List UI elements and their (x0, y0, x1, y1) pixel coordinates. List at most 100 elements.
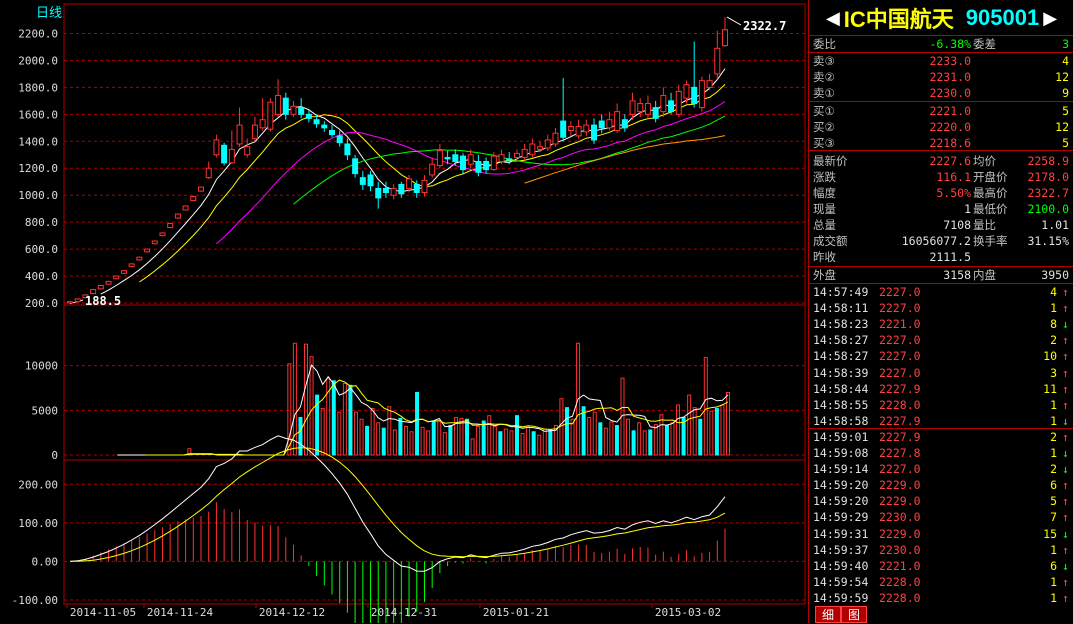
prev-instrument-icon[interactable]: ◀ (826, 8, 840, 29)
candle-body (483, 161, 490, 171)
price-tick-label: 800.0 (25, 216, 58, 229)
tick-row[interactable]: 14:59:08 2227.8 1 ↓ (809, 445, 1073, 461)
tick-row[interactable]: 14:58:23 2221.0 8 ↓ (809, 316, 1073, 332)
instrument-name: IC中国航天 (843, 7, 954, 32)
candle-body (113, 275, 120, 280)
tab-chart[interactable]: 图 (841, 606, 867, 623)
tick-row[interactable]: 14:58:55 2228.0 1 ↑ (809, 397, 1073, 413)
volume-bar (642, 430, 647, 456)
x-tick-label: 2015-01-21 (483, 606, 549, 619)
volume-bar (520, 433, 525, 456)
x-axis-labels: 2014-11-05 2014-11-24 2014-12-12 2014-12-31… (66, 604, 721, 619)
volume-bar (370, 408, 375, 456)
volume-bars (117, 342, 730, 456)
tick-row[interactable]: 14:59:20 2229.0 5 ↑ (809, 493, 1073, 509)
volume-bar (365, 425, 370, 456)
candle-body (251, 124, 258, 140)
tick-row[interactable]: 14:58:39 2227.0 3 ↑ (809, 365, 1073, 381)
candle-body (621, 119, 628, 129)
up-arrow-icon: ↑ (1062, 574, 1069, 589)
volume-bar (720, 404, 725, 456)
candle-body (221, 144, 228, 164)
up-arrow-icon: ↑ (1062, 365, 1069, 380)
sell-level-3[interactable]: 卖③ 2233.0 4 (809, 53, 1073, 69)
volume-bar (564, 407, 569, 456)
candle-body (205, 167, 212, 179)
chart-area[interactable]: 2200.0 2000.0 1800.0 1600.0 1400.0 1200.0 1000… (0, 0, 808, 623)
candle-body (398, 183, 405, 195)
volume-tick-label: 10000 (25, 360, 58, 373)
high-annotation: 2322.7 (743, 19, 786, 33)
volume-bar (670, 422, 675, 456)
volume-bar (653, 424, 658, 456)
candle-body (567, 125, 574, 132)
up-arrow-icon: ↑ (1062, 285, 1069, 299)
tick-row[interactable]: 14:58:44 2227.9 11 ↑ (809, 381, 1073, 397)
candle-body (413, 183, 420, 193)
candle-body (552, 132, 559, 145)
instrument-code: 905001 (965, 5, 1040, 30)
candle-body (144, 248, 151, 253)
candle-body (182, 205, 189, 211)
candle-body (120, 270, 127, 274)
up-arrow-icon: ↑ (1062, 494, 1069, 509)
candle-body (544, 139, 551, 149)
volume-bar (442, 432, 447, 456)
volume-bar (537, 434, 542, 456)
buy-level-2[interactable]: 买② 2220.0 12 (809, 119, 1073, 135)
macd-tick-label: 100.00 (18, 517, 58, 530)
candle-body (506, 158, 513, 161)
volume-bar (431, 420, 436, 456)
up-arrow-icon: ↑ (1062, 349, 1069, 364)
volume-bar (687, 394, 692, 456)
candle-body (406, 178, 413, 189)
sell-level-1[interactable]: 卖① 2230.0 9 (809, 85, 1073, 101)
price-tick-label: 1400.0 (18, 135, 58, 148)
stat-row: 昨收 2111.5 (813, 250, 971, 264)
tick-row[interactable]: 14:59:59 2228.0 1 ↑ (809, 590, 1073, 606)
tick-row[interactable]: 14:59:14 2227.0 2 ↓ (809, 461, 1073, 477)
volume-bar (531, 431, 536, 456)
candle-body (275, 94, 282, 115)
tick-row[interactable]: 14:59:20 2229.0 6 ↑ (809, 477, 1073, 493)
price-tick-label: 600.0 (25, 243, 58, 256)
divider (809, 101, 1073, 102)
tick-row[interactable]: 14:59:40 2221.0 6 ↓ (809, 558, 1073, 574)
volume-bar (570, 418, 575, 456)
candle-body (436, 150, 443, 167)
x-tick-label: 2014-11-05 (70, 606, 136, 619)
outer-inner-row: 外盘 3158 内盘 3950 (813, 268, 1069, 282)
price-tick-label: 2200.0 (18, 27, 58, 40)
tick-row[interactable]: 14:58:27 2227.0 10 ↑ (809, 348, 1073, 364)
candle-body (521, 148, 528, 158)
candle-body (614, 111, 621, 132)
tick-row[interactable]: 14:58:58 2227.9 1 ↓ (809, 413, 1073, 429)
candle-body (637, 103, 644, 113)
sell-level-2[interactable]: 卖② 2231.0 12 (809, 69, 1073, 85)
tick-row[interactable]: 14:59:01 2227.9 2 ↑ (809, 429, 1073, 445)
volume-bar (376, 422, 381, 456)
tick-row[interactable]: 14:58:27 2227.0 2 ↑ (809, 332, 1073, 348)
buy-level-3[interactable]: 买③ 2218.6 5 (809, 135, 1073, 151)
candle-body (629, 100, 636, 115)
candle-body (105, 280, 112, 285)
candle-body (698, 80, 705, 109)
candle-body (706, 80, 713, 88)
candle-body (90, 289, 97, 295)
tick-row[interactable]: 14:59:54 2228.0 1 ↑ (809, 574, 1073, 590)
next-instrument-icon[interactable]: ▶ (1043, 8, 1057, 29)
tick-row[interactable]: 14:59:29 2230.0 7 ↑ (809, 509, 1073, 525)
tab-detail[interactable]: 细 (815, 606, 841, 623)
tick-row[interactable]: 14:57:49 2227.0 4 ↑ (809, 284, 1073, 300)
candle-body (498, 154, 505, 162)
tick-row[interactable]: 14:59:37 2230.0 1 ↑ (809, 542, 1073, 558)
buy-level-1[interactable]: 买① 2221.0 5 (809, 103, 1073, 119)
tick-row[interactable]: 14:59:31 2229.0 15 ↓ (809, 526, 1073, 542)
stat-row: 成交额 16056077.2 换手率 31.15% (813, 234, 1069, 248)
tick-row[interactable]: 14:58:11 2227.0 1 ↑ (809, 300, 1073, 316)
volume-bar (698, 418, 703, 456)
volume-bar (298, 416, 303, 456)
low-annotation: 188.5 (85, 294, 121, 308)
price-tick-label: 200.0 (25, 297, 58, 310)
candle-body (452, 154, 459, 162)
